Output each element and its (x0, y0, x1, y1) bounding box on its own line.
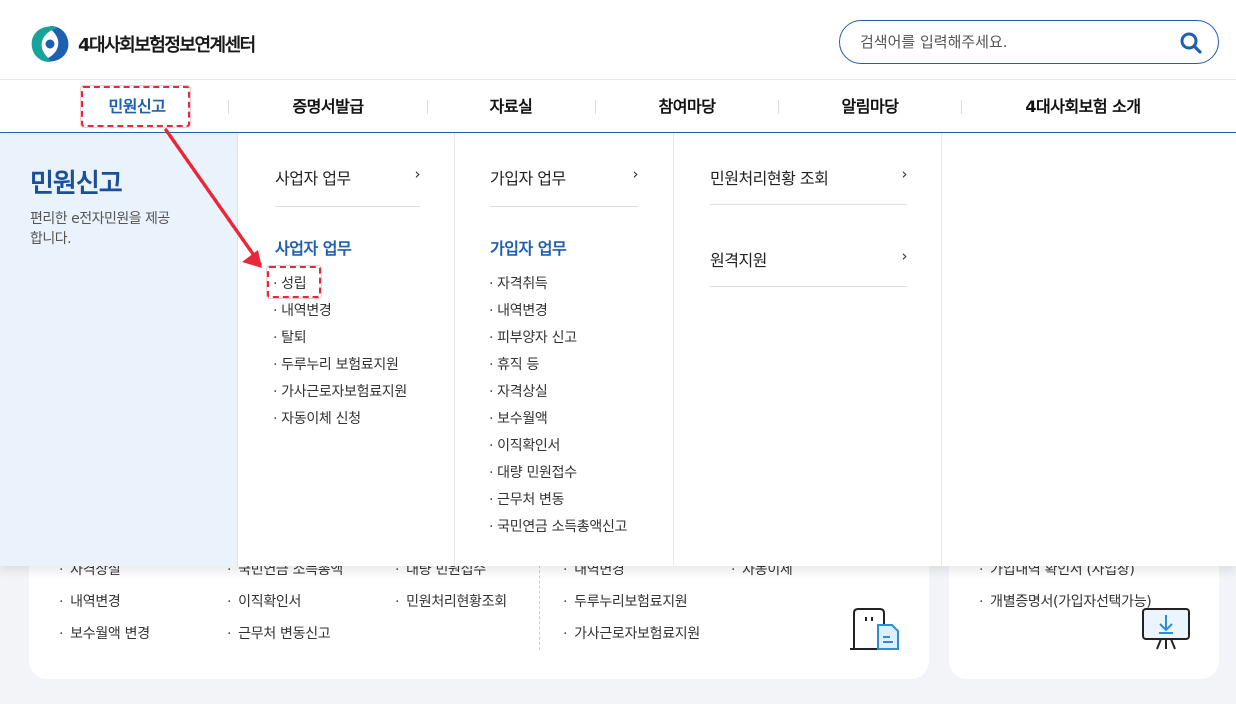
submenu-item-label: 국민연금 소득총액신고 (497, 519, 628, 535)
submenu-item[interactable]: · 국민연금 소득총액신고 (489, 516, 627, 543)
column-divider (673, 133, 674, 566)
bg-link[interactable]: 이직확인서 (227, 591, 301, 611)
menu-heading-label: 사업자 업무 (275, 169, 351, 188)
bullet: · (489, 519, 494, 535)
search-icon[interactable] (1178, 30, 1204, 56)
submenu-item[interactable]: · 보수월액 (489, 408, 627, 435)
mega-menu-title: 민원신고 (30, 169, 123, 199)
submenu-item[interactable]: · 자동이체 신청 (273, 408, 407, 435)
mega-menu: 민원신고 편리한 e전자민원을 제공합니다. 사업자 업무 › 사업자 업무 ·… (0, 133, 1236, 566)
bullet: · (489, 492, 494, 508)
nav-divider (228, 100, 229, 114)
chevron-right-icon: › (901, 165, 908, 183)
submenu-item[interactable]: · 이직확인서 (489, 435, 627, 462)
chevron-right-icon: › (414, 165, 421, 183)
submenu-item-label: 자동이체 신청 (281, 411, 361, 427)
menu-heading-status[interactable]: 민원처리현황 조회 › (710, 165, 907, 205)
submenu-item-label: 가사근로자보험료지원 (281, 384, 407, 400)
bullet: · (489, 384, 494, 400)
submenu-item-label: 자격취득 (497, 276, 548, 292)
submenu-title-employer: 사업자 업무 (275, 239, 352, 258)
column-divider (941, 133, 942, 566)
menu-heading-remote-support[interactable]: 원격지원 › (710, 247, 907, 287)
nav-divider (778, 100, 779, 114)
submenu-item[interactable]: · 자격상실 (489, 381, 627, 408)
submenu-list-subscriber: · 자격취득 · 내역변경 · 피부양자 신고 · 휴직 등 · 자격상실 · 보수월액 ·… (489, 273, 627, 543)
highlight-submenu-establish (267, 266, 321, 298)
column-divider (454, 133, 455, 566)
nav-item-notice[interactable]: 알림마당 (818, 80, 922, 133)
bg-link[interactable]: 민원처리현황조회 (395, 591, 507, 611)
submenu-item-label: 이직확인서 (497, 438, 561, 454)
menu-heading-label: 원격지원 (710, 251, 767, 270)
logo-text: 4대사회보험정보연계센터 (78, 35, 256, 56)
submenu-item-label: 보수월액 (497, 411, 548, 427)
submenu-item-label: 내역변경 (281, 303, 332, 319)
bullet: · (273, 303, 278, 319)
bg-link[interactable]: 두루누리보험료지원 (563, 591, 688, 611)
bullet: · (489, 357, 494, 373)
mega-menu-side: 민원신고 편리한 e전자민원을 제공합니다. (0, 133, 238, 566)
submenu-item[interactable]: · 가사근로자보험료지원 (273, 381, 407, 408)
bg-link[interactable]: 보수월액 변경 (59, 623, 150, 643)
submenu-item[interactable]: · 두루누리 보험료지원 (273, 354, 407, 381)
bullet: · (273, 411, 278, 427)
submenu-item[interactable]: · 피부양자 신고 (489, 327, 627, 354)
site-logo[interactable]: 4대사회보험정보연계센터 (30, 24, 256, 64)
search-box (839, 20, 1219, 64)
submenu-item-label: 근무처 변동 (497, 492, 565, 508)
submenu-item[interactable]: · 근무처 변동 (489, 489, 627, 516)
nav-item-participation[interactable]: 참여마당 (635, 80, 739, 133)
search-input[interactable] (860, 31, 1160, 53)
submenu-item[interactable]: · 탈퇴 (273, 327, 407, 354)
bg-link[interactable]: 가사근로자보험료지원 (563, 623, 700, 643)
menu-heading-employer[interactable]: 사업자 업무 › (275, 165, 420, 207)
bullet: · (489, 465, 494, 481)
bg-link[interactable]: 근무처 변동신고 (227, 623, 331, 643)
download-monitor-icon (1141, 607, 1191, 651)
site-header: 4대사회보험정보연계센터 (0, 0, 1236, 80)
nav-divider (961, 100, 962, 114)
nav-divider (427, 100, 428, 114)
nav-item-resources[interactable]: 자료실 (466, 80, 556, 133)
submenu-item[interactable]: · 내역변경 (489, 300, 627, 327)
menu-heading-subscriber[interactable]: 가입자 업무 › (490, 165, 638, 207)
bullet: · (489, 411, 494, 427)
menu-heading-label: 민원처리현황 조회 (710, 169, 829, 188)
bullet: · (273, 330, 278, 346)
bg-link[interactable]: 개별증명서(가입자선택가능) (979, 591, 1152, 611)
submenu-title-subscriber: 가입자 업무 (490, 239, 567, 258)
nav-item-about[interactable]: 4대사회보험 소개 (1002, 80, 1164, 133)
submenu-item-label: 자격상실 (497, 384, 548, 400)
nav-divider (595, 100, 596, 114)
submenu-item-label: 탈퇴 (281, 330, 307, 346)
bullet: · (273, 357, 278, 373)
nav-item-certificate[interactable]: 증명서발급 (268, 80, 388, 133)
card-divider (539, 560, 540, 650)
chevron-right-icon: › (901, 247, 908, 265)
mega-menu-desc: 편리한 e전자민원을 제공합니다. (30, 211, 170, 247)
bullet: · (489, 276, 494, 292)
bullet: · (273, 384, 278, 400)
submenu-item[interactable]: · 대량 민원접수 (489, 462, 627, 489)
submenu-item-label: 피부양자 신고 (497, 330, 577, 346)
bullet: · (489, 303, 494, 319)
building-document-icon (850, 607, 902, 651)
submenu-item-label: 두루누리 보험료지원 (281, 357, 399, 373)
logo-icon (30, 24, 70, 64)
submenu-item[interactable]: · 휴직 등 (489, 354, 627, 381)
submenu-item[interactable]: · 자격취득 (489, 273, 627, 300)
menu-heading-label: 가입자 업무 (490, 169, 566, 188)
bg-link[interactable]: 내역변경 (59, 591, 121, 611)
submenu-item[interactable]: · 내역변경 (273, 300, 407, 327)
bullet: · (489, 330, 494, 346)
submenu-item-label: 내역변경 (497, 303, 548, 319)
submenu-item-label: 휴직 등 (497, 357, 540, 373)
bullet: · (489, 438, 494, 454)
chevron-right-icon: › (632, 165, 639, 183)
submenu-item-label: 대량 민원접수 (497, 465, 577, 481)
highlight-nav-minwon (81, 86, 190, 127)
